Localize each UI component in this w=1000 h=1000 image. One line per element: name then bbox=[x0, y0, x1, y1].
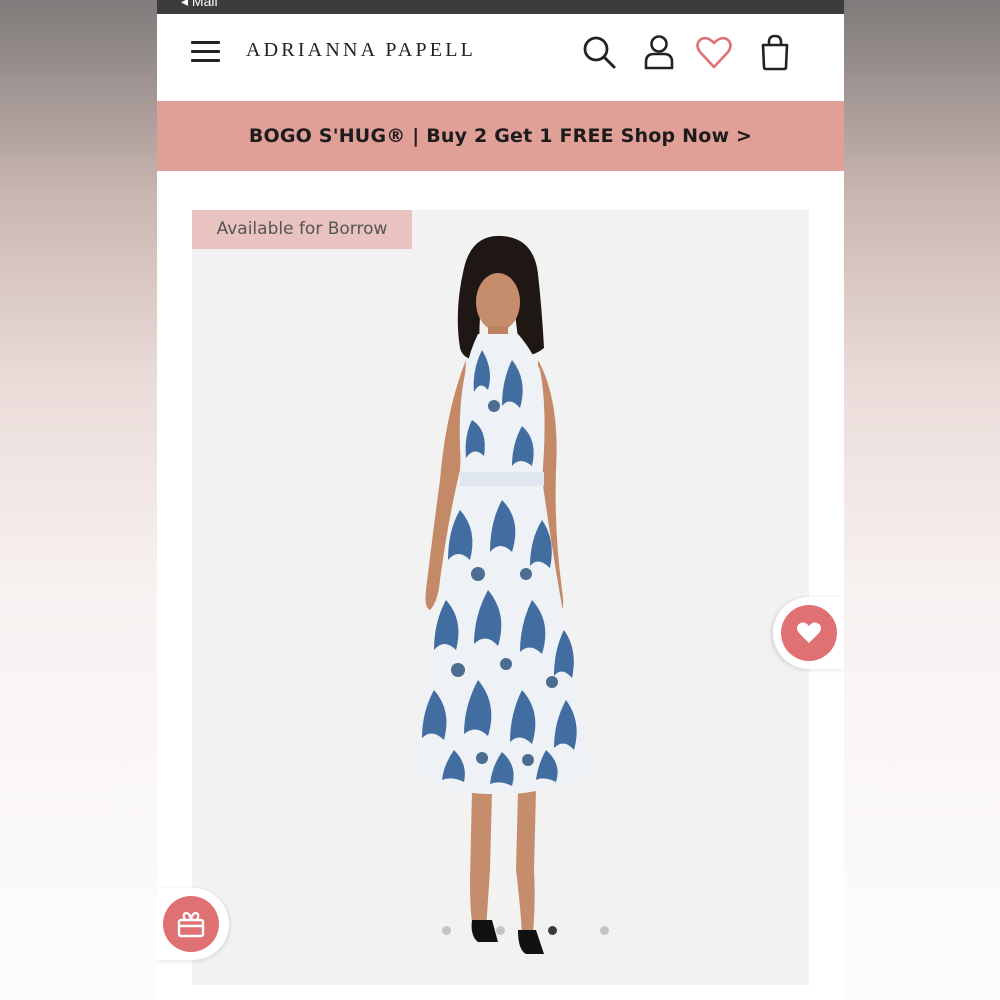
promo-banner[interactable]: BOGO S'HUG® | Buy 2 Get 1 FREE Shop Now … bbox=[157, 101, 844, 171]
carousel-dot[interactable] bbox=[496, 926, 505, 935]
site-header: ADRIANNA PAPELL bbox=[157, 14, 844, 101]
heart-icon[interactable] bbox=[781, 605, 837, 661]
carousel-dot-active[interactable] bbox=[548, 926, 557, 935]
background-left bbox=[0, 0, 157, 1000]
menu-icon[interactable] bbox=[191, 39, 221, 65]
back-to-mail-link[interactable]: ◂ Mail bbox=[181, 0, 218, 10]
product-image bbox=[416, 235, 588, 954]
floating-favorite-tab bbox=[773, 597, 844, 669]
floating-rewards-tab bbox=[157, 888, 229, 960]
carousel-dot[interactable] bbox=[600, 926, 609, 935]
phone-screen: ◂ Mail ADRIANNA PAPELL BOGO S'HUG® | Buy… bbox=[157, 0, 844, 1000]
image-carousel-dots bbox=[442, 923, 642, 937]
shopping-bag-icon[interactable] bbox=[755, 32, 795, 72]
account-icon[interactable] bbox=[639, 32, 679, 72]
promo-text[interactable]: BOGO S'HUG® | Buy 2 Get 1 FREE Shop Now … bbox=[157, 101, 844, 171]
wishlist-heart-icon[interactable] bbox=[694, 32, 734, 72]
background-right bbox=[843, 0, 1000, 1000]
search-icon[interactable] bbox=[579, 32, 619, 72]
gift-icon[interactable] bbox=[163, 896, 219, 952]
product-image-panel[interactable]: Available for Borrow bbox=[192, 210, 809, 985]
carousel-dot[interactable] bbox=[442, 926, 451, 935]
status-bar: ◂ Mail bbox=[157, 0, 844, 14]
brand-logo[interactable]: ADRIANNA PAPELL bbox=[246, 39, 476, 62]
